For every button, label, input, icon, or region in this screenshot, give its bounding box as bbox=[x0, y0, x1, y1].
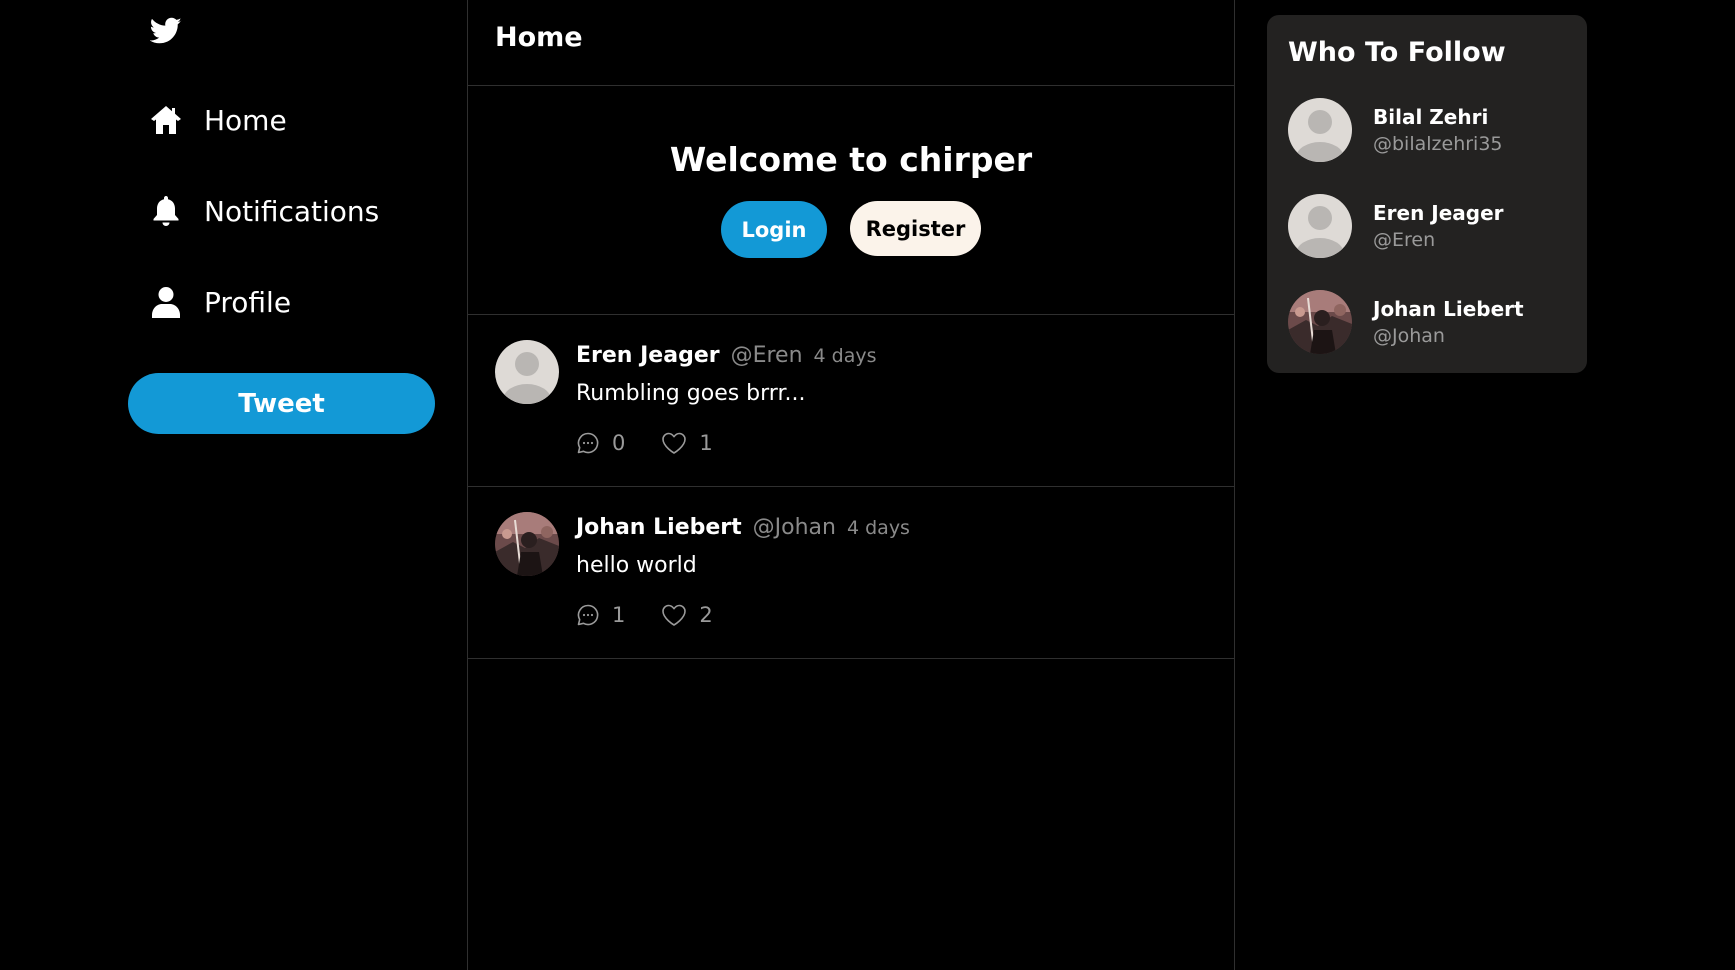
post-header: Eren Jeager @Eren 4 days bbox=[576, 343, 877, 368]
follow-user-handle: @Eren bbox=[1373, 229, 1436, 251]
follow-user-name: Johan Liebert bbox=[1373, 297, 1524, 321]
follow-user-info: Johan Liebert @Johan bbox=[1373, 297, 1524, 347]
sidebar-item-label: Notifications bbox=[204, 194, 380, 228]
sidebar-item-notifications[interactable]: Notifications bbox=[150, 191, 379, 231]
post-author-name[interactable]: Eren Jeager bbox=[576, 343, 720, 368]
photo-avatar-icon bbox=[1288, 290, 1352, 354]
follow-suggestion[interactable]: Eren Jeager @Eren bbox=[1288, 178, 1566, 274]
follow-user-name: Bilal Zehri bbox=[1373, 105, 1489, 129]
follow-user-handle: @Johan bbox=[1373, 325, 1445, 347]
default-avatar-icon[interactable] bbox=[495, 340, 559, 404]
post-header: Johan Liebert @Johan 4 days bbox=[576, 515, 910, 540]
follow-user-name: Eren Jeager bbox=[1373, 201, 1504, 225]
twitter-logo-icon[interactable] bbox=[150, 17, 182, 45]
tweet-button[interactable]: Tweet bbox=[128, 373, 435, 434]
post-timestamp: 4 days bbox=[813, 345, 877, 367]
heart-icon bbox=[662, 604, 687, 626]
user-icon bbox=[150, 286, 182, 318]
like-button[interactable]: 2 bbox=[661, 603, 713, 627]
sidebar-item-profile[interactable]: Profile bbox=[150, 282, 291, 322]
default-avatar-icon bbox=[1288, 194, 1352, 258]
feed: Home Welcome to chirper Login Register E… bbox=[467, 0, 1235, 970]
comment-icon bbox=[577, 432, 599, 454]
comment-icon bbox=[577, 604, 599, 626]
post-author-handle[interactable]: @Eren bbox=[731, 343, 803, 368]
sidebar-item-home[interactable]: Home bbox=[150, 100, 287, 140]
bell-icon bbox=[150, 195, 182, 227]
comment-count: 1 bbox=[612, 603, 626, 627]
welcome-banner: Welcome to chirper Login Register bbox=[468, 86, 1234, 315]
post-text: Rumbling goes brrr... bbox=[576, 381, 806, 406]
like-button[interactable]: 1 bbox=[661, 431, 713, 455]
post-timestamp: 4 days bbox=[846, 517, 910, 539]
follow-suggestion[interactable]: Bilal Zehri @bilalzehri35 bbox=[1288, 82, 1566, 178]
post-actions: 1 2 bbox=[576, 603, 713, 627]
comment-count: 0 bbox=[612, 431, 626, 455]
post-actions: 0 1 bbox=[576, 431, 713, 455]
post-author-handle[interactable]: @Johan bbox=[753, 515, 836, 540]
default-avatar-icon bbox=[1288, 98, 1352, 162]
follow-user-info: Eren Jeager @Eren bbox=[1373, 201, 1504, 251]
follow-user-handle: @bilalzehri35 bbox=[1373, 133, 1503, 155]
page-title: Home bbox=[468, 0, 1234, 86]
post-item[interactable]: Eren Jeager @Eren 4 days Rumbling goes b… bbox=[468, 315, 1234, 487]
follow-suggestion[interactable]: Johan Liebert @Johan bbox=[1288, 274, 1566, 370]
welcome-title: Welcome to chirper bbox=[669, 140, 1033, 179]
who-to-follow-card: Who To Follow Bilal Zehri @bilalzehri35 bbox=[1267, 15, 1587, 373]
heart-icon bbox=[662, 432, 687, 454]
login-button[interactable]: Login bbox=[721, 201, 827, 258]
sidebar-item-label: Profile bbox=[204, 285, 292, 319]
follow-user-info: Bilal Zehri @bilalzehri35 bbox=[1373, 105, 1503, 155]
auth-buttons: Login Register bbox=[721, 201, 981, 258]
photo-avatar-icon[interactable] bbox=[495, 512, 559, 576]
who-to-follow-title: Who To Follow bbox=[1288, 37, 1506, 68]
register-button[interactable]: Register bbox=[850, 201, 981, 256]
post-item[interactable]: Johan Liebert @Johan 4 days hello world … bbox=[468, 487, 1234, 659]
comment-button[interactable]: 0 bbox=[576, 431, 625, 455]
like-count: 1 bbox=[699, 431, 713, 455]
sidebar-item-label: Home bbox=[204, 103, 287, 137]
post-author-name[interactable]: Johan Liebert bbox=[576, 515, 742, 540]
like-count: 2 bbox=[699, 603, 713, 627]
app: Home Notifications Profile Tweet Home We… bbox=[0, 0, 1735, 970]
home-icon bbox=[150, 104, 182, 136]
post-text: hello world bbox=[576, 553, 697, 578]
sidebar: Home Notifications Profile Tweet bbox=[0, 0, 467, 970]
comment-button[interactable]: 1 bbox=[576, 603, 625, 627]
